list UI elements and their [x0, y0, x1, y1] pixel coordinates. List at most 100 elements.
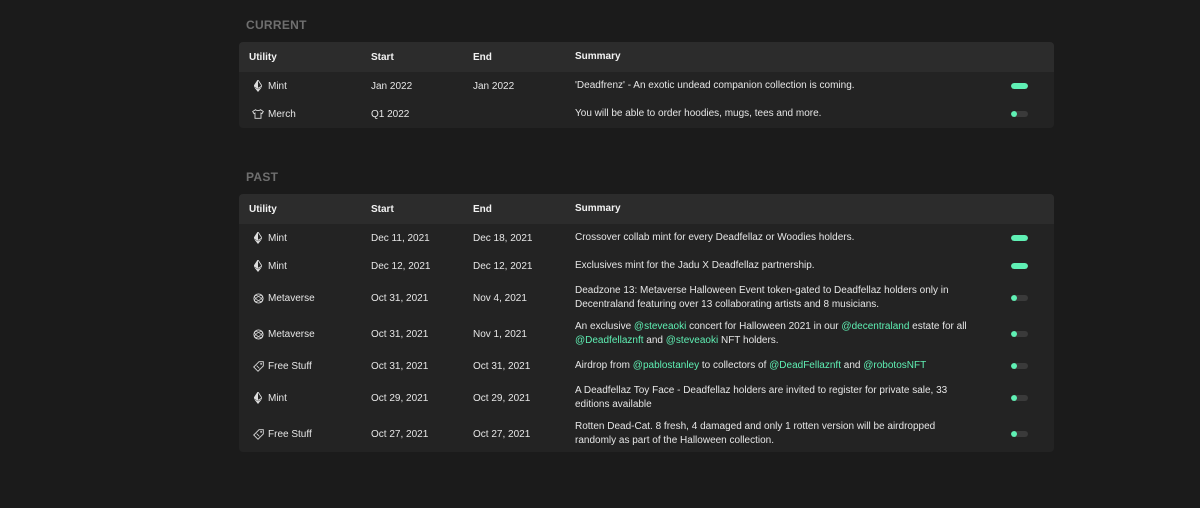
utility-cell: Mint: [239, 80, 371, 92]
end-date: Dec 12, 2021: [473, 260, 533, 272]
summary-text: Crossover collab mint for every Deadfell…: [575, 232, 855, 243]
summary: 'Deadfrenz' - An exotic undead companion…: [575, 79, 977, 93]
start-date: Oct 29, 2021: [371, 392, 429, 404]
end-date: Jan 2022: [473, 80, 515, 92]
utility-cell: Mint: [239, 232, 371, 244]
tag-icon: [249, 428, 267, 440]
table-header: Utility Start End Summary: [239, 42, 1054, 72]
utility-cell: Mint: [239, 392, 371, 404]
summary-text: to collectors of: [699, 360, 770, 371]
section-title-past: PAST: [246, 170, 279, 184]
mention-link-deadfellaznft[interactable]: @Deadfellaznft: [575, 335, 644, 346]
table-row: Metaverse Oct 31, 2021 Nov 1, 2021 An exclu…: [239, 316, 1054, 352]
section-title-current: CURRENT: [246, 18, 307, 32]
summary: Crossover collab mint for every Deadfell…: [575, 231, 977, 245]
utility-cell: Metaverse: [239, 329, 371, 340]
utility-cell: Free Stuff: [239, 429, 371, 440]
table-body: Mint Dec 11, 2021 Dec 18, 2021 Crossover co…: [239, 224, 1054, 452]
end-date: Nov 1, 2021: [473, 328, 527, 340]
ethereum-icon: [249, 80, 267, 92]
metaverse-icon: [249, 292, 267, 304]
utility-cell: Metaverse: [239, 293, 371, 304]
utility-label: Mint: [268, 260, 287, 272]
ethereum-icon: [249, 232, 267, 244]
summary-text: 'Deadfrenz' - An exotic undead companion…: [575, 80, 855, 91]
progress-bar: [1011, 263, 1028, 269]
summary: Deadzone 13: Metaverse Halloween Event t…: [575, 284, 977, 312]
table-row: Mint Oct 29, 2021 Oct 29, 2021 A Deadfellaz…: [239, 380, 1054, 416]
summary-text: Airdrop from: [575, 360, 633, 371]
start-date: Jan 2022: [371, 80, 413, 92]
start-date: Oct 27, 2021: [371, 428, 429, 440]
table-header: Utility Start End Summary: [239, 194, 1054, 224]
progress-bar: [1011, 395, 1028, 401]
start-date: Oct 31, 2021: [371, 328, 429, 340]
header-utility: Utility: [249, 203, 277, 215]
progress-bar: [1011, 111, 1028, 117]
table-row: Free Stuff Oct 31, 2021 Oct 31, 2021 Airdro…: [239, 352, 1054, 380]
tag-icon: [249, 360, 267, 372]
summary-text: concert for Halloween 2021 in our: [686, 321, 842, 332]
progress-fill: [1011, 111, 1017, 117]
summary-text: An exclusive: [575, 321, 634, 332]
tshirt-icon: [249, 109, 267, 119]
start-date: Dec 11, 2021: [371, 232, 430, 244]
mention-link-pablostanley[interactable]: @pablostanley: [633, 360, 699, 371]
summary-text: Rotten Dead-Cat. 8 fresh, 4 damaged and …: [575, 421, 936, 446]
roadmap-container: CURRENT Utility Start End Summary Mint Ja…: [239, 0, 1054, 452]
start-date: Q1 2022: [371, 108, 410, 120]
summary-text: You will be able to order hoodies, mugs,…: [575, 108, 822, 119]
progress-fill: [1011, 235, 1028, 241]
utility-label: Mint: [268, 232, 287, 244]
progress-bar: [1011, 331, 1028, 337]
mention-link-steveaoki[interactable]: @steveaoki: [666, 335, 718, 346]
table-row: Merch Q1 2022 You will be able to order ho…: [239, 100, 1054, 128]
summary-text: NFT holders.: [718, 335, 779, 346]
utility-label: Merch: [268, 108, 296, 120]
ethereum-icon: [249, 392, 267, 404]
progress-fill: [1011, 83, 1028, 89]
progress-fill: [1011, 431, 1017, 437]
summary: You will be able to order hoodies, mugs,…: [575, 107, 977, 121]
summary-text: and: [841, 360, 864, 371]
start-date: Oct 31, 2021: [371, 360, 429, 372]
ethereum-icon: [249, 260, 267, 272]
utility-label: Metaverse: [268, 328, 315, 340]
summary: A Deadfellaz Toy Face - Deadfellaz holde…: [575, 384, 977, 412]
header-start: Start: [371, 203, 394, 215]
header-end: End: [473, 203, 492, 215]
start-date: Dec 12, 2021: [371, 260, 431, 272]
table-row: Free Stuff Oct 27, 2021 Oct 27, 2021 Rotten…: [239, 416, 1054, 452]
summary: An exclusive @steveaoki concert for Hall…: [575, 320, 977, 348]
progress-fill: [1011, 331, 1017, 337]
table-body: Mint Jan 2022 Jan 2022 'Deadfrenz' - An exo…: [239, 72, 1054, 128]
summary: Airdrop from @pablostanley to collectors…: [575, 359, 977, 373]
progress-bar: [1011, 363, 1028, 369]
progress-fill: [1011, 363, 1017, 369]
past-table: Utility Start End Summary Mint Dec 11, 20…: [239, 194, 1054, 452]
end-date: Nov 4, 2021: [473, 292, 527, 304]
table-row: Mint Dec 11, 2021 Dec 18, 2021 Crossover co…: [239, 224, 1054, 252]
utility-label: Mint: [268, 392, 287, 404]
end-date: Oct 27, 2021: [473, 428, 531, 440]
end-date: Oct 31, 2021: [473, 360, 531, 372]
mention-link-decentraland[interactable]: @decentraland: [841, 321, 909, 332]
header-summary: Summary: [575, 51, 621, 62]
utility-cell: Mint: [239, 260, 371, 272]
progress-fill: [1011, 263, 1028, 269]
current-table: Utility Start End Summary Mint Jan 2022 Ja…: [239, 42, 1054, 128]
mention-link-deadfellaznft[interactable]: @DeadFellaznft: [769, 360, 841, 371]
header-summary: Summary: [575, 203, 621, 214]
summary-text: Deadzone 13: Metaverse Halloween Event t…: [575, 285, 949, 310]
summary: Exclusives mint for the Jadu X Deadfella…: [575, 259, 977, 273]
utility-label: Free Stuff: [268, 428, 312, 440]
utility-label: Mint: [268, 80, 287, 92]
header-start: Start: [371, 51, 394, 63]
summary-text: Exclusives mint for the Jadu X Deadfella…: [575, 260, 815, 271]
progress-fill: [1011, 395, 1017, 401]
mention-link-robotosnft[interactable]: @robotosNFT: [863, 360, 926, 371]
utility-label: Metaverse: [268, 292, 315, 304]
mention-link-steveaoki[interactable]: @steveaoki: [634, 321, 686, 332]
end-date: Oct 29, 2021: [473, 392, 531, 404]
end-date: Dec 18, 2021: [473, 232, 533, 244]
